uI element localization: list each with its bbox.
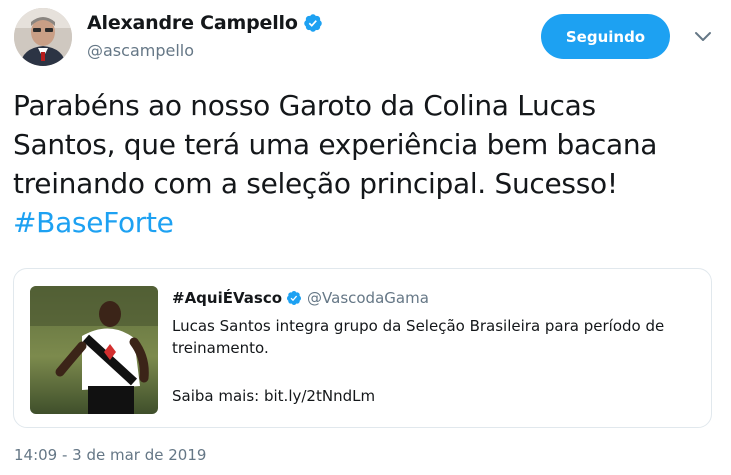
quoted-text-line: treinamento. xyxy=(172,339,269,357)
quoted-tweet-header: #AquiÉVasco @VascodaGama xyxy=(172,287,429,309)
quoted-link-row: Saiba mais: bit.ly/2tNndLm xyxy=(172,385,375,407)
quoted-text-line: Lucas Santos integra grupo da Seleção Br… xyxy=(172,317,665,335)
quoted-tweet-text: Lucas Santos integra grupo da Seleção Br… xyxy=(172,315,702,359)
quoted-tweet-card[interactable]: #AquiÉVasco @VascodaGama Lucas Santos in… xyxy=(13,268,712,428)
author-display-name[interactable]: Alexandre Campello xyxy=(87,12,298,34)
author-name-row: Alexandre Campello xyxy=(87,10,323,36)
tweet-text-line: treinando com a seleção principal. Suces… xyxy=(13,167,618,200)
chevron-down-icon[interactable] xyxy=(694,30,712,44)
tweet-text-line: Santos, que terá uma experiência bem bac… xyxy=(13,128,658,161)
author-handle[interactable]: @ascampello xyxy=(87,41,194,60)
player-photo-icon xyxy=(30,286,158,414)
quoted-tweet-image xyxy=(30,286,158,414)
tweet-container: Alexandre Campello @ascampello Seguindo … xyxy=(0,0,731,475)
verified-badge-icon xyxy=(287,291,302,305)
quoted-handle[interactable]: @VascodaGama xyxy=(307,289,429,307)
hashtag-link[interactable]: #BaseForte xyxy=(13,203,725,242)
tweet-text-line: Parabéns ao nosso Garoto da Colina Lucas xyxy=(13,89,596,122)
author-avatar[interactable] xyxy=(14,8,72,66)
person-avatar-icon xyxy=(14,8,72,66)
following-button[interactable]: Seguindo xyxy=(541,14,670,59)
verified-badge-icon xyxy=(303,14,322,32)
quoted-display-name[interactable]: #AquiÉVasco xyxy=(172,289,282,307)
link-prefix: Saiba mais: xyxy=(172,387,264,405)
tweet-text: Parabéns ao nosso Garoto da Colina Lucas… xyxy=(13,86,725,242)
quoted-link[interactable]: bit.ly/2tNndLm xyxy=(264,387,375,405)
tweet-timestamp[interactable]: 14:09 - 3 de mar de 2019 xyxy=(14,446,206,464)
